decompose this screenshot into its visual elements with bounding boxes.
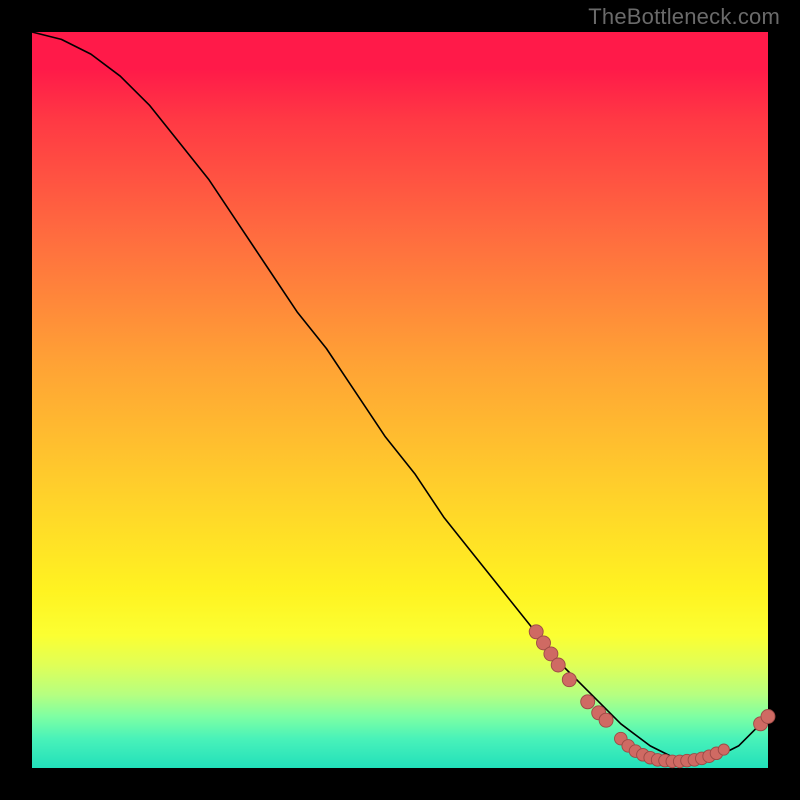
curve-svg bbox=[32, 32, 768, 768]
plot-area bbox=[32, 32, 768, 768]
watermark-text: TheBottleneck.com bbox=[588, 4, 780, 30]
data-marker bbox=[718, 744, 729, 755]
data-marker bbox=[562, 673, 576, 687]
curve-line bbox=[32, 32, 768, 761]
data-marker bbox=[581, 695, 595, 709]
data-marker bbox=[599, 713, 613, 727]
data-marker bbox=[551, 658, 565, 672]
chart-frame: TheBottleneck.com bbox=[0, 0, 800, 800]
data-marker bbox=[761, 710, 775, 724]
